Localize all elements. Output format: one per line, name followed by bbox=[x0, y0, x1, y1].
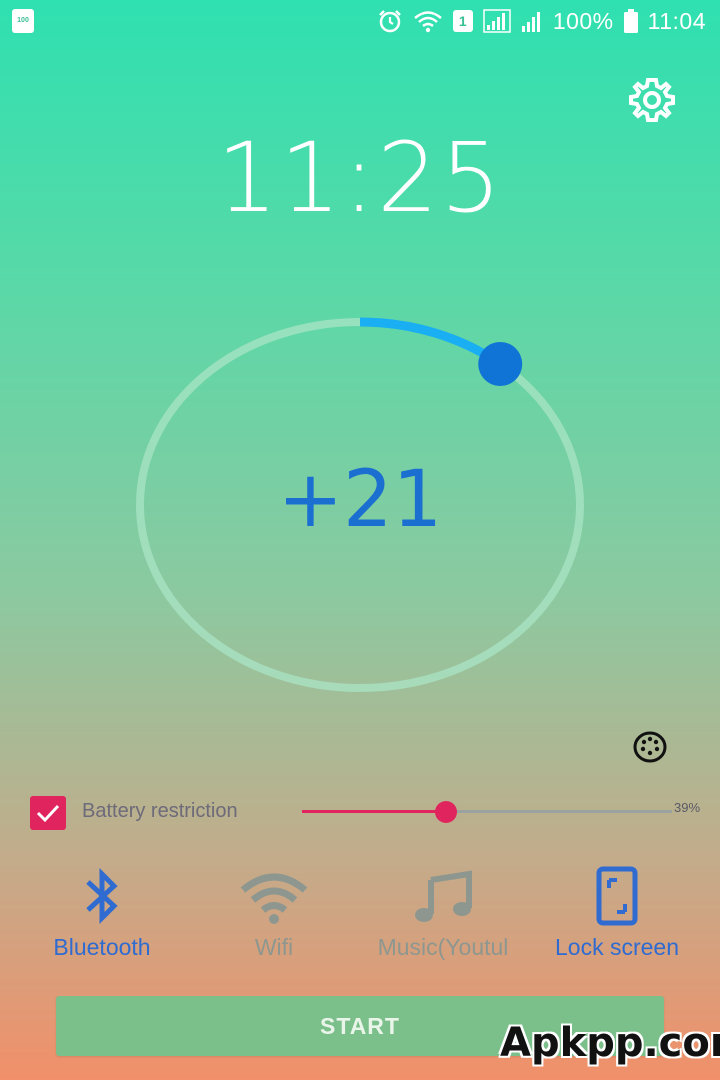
slider-fill bbox=[302, 810, 447, 813]
bluetooth-icon bbox=[86, 867, 118, 925]
wifi-icon bbox=[240, 873, 308, 924]
settings-button[interactable] bbox=[626, 74, 678, 126]
watermark: Apkpp.com bbox=[500, 1020, 720, 1066]
slider-percent: 39% bbox=[674, 800, 701, 815]
feature-toggles: Bluetooth Wifi Music(Youtul Lock screen bbox=[0, 862, 720, 972]
dial-value: +21 bbox=[277, 455, 443, 545]
battery-percent: 100% bbox=[552, 7, 614, 34]
sim-icon: 1 bbox=[452, 10, 473, 32]
status-icons: 1 100% 11:04 bbox=[377, 4, 706, 38]
music-toggle[interactable]: Music(Youtul bbox=[358, 862, 528, 972]
checkmark-icon bbox=[36, 804, 60, 823]
bluetooth-toggle[interactable]: Bluetooth bbox=[17, 862, 187, 972]
alarm-icon bbox=[377, 8, 403, 34]
signal-icon-secondary bbox=[521, 9, 543, 33]
notification-badge-icon: 100 bbox=[12, 9, 34, 33]
battery-restriction-label: Battery restriction bbox=[82, 800, 238, 822]
lock-screen-label: Lock screen bbox=[554, 934, 679, 960]
lock-screen-toggle[interactable]: Lock screen bbox=[532, 862, 702, 972]
status-bar: 100 1 100% 11:04 bbox=[0, 0, 720, 42]
status-time: 11:04 bbox=[647, 7, 706, 34]
countdown-time: 11:25 bbox=[216, 122, 504, 234]
battery-restriction-checkbox[interactable] bbox=[30, 796, 66, 830]
wifi-label: Wifi bbox=[254, 934, 294, 960]
mask-icon[interactable] bbox=[632, 730, 668, 764]
wifi-icon bbox=[413, 9, 443, 33]
slider-thumb[interactable] bbox=[435, 801, 458, 823]
phone-lock-icon bbox=[596, 866, 638, 926]
music-icon bbox=[415, 870, 472, 922]
battery-slider[interactable] bbox=[302, 790, 672, 834]
dial-knob bbox=[478, 341, 523, 386]
battery-restriction-row: Battery restriction bbox=[0, 790, 720, 834]
gear-icon bbox=[629, 78, 675, 122]
signal-icon bbox=[483, 9, 511, 33]
music-label: Music(Youtul bbox=[377, 934, 509, 960]
bluetooth-label: Bluetooth bbox=[53, 934, 151, 960]
wifi-toggle[interactable]: Wifi bbox=[189, 862, 359, 972]
battery-icon bbox=[623, 9, 638, 33]
